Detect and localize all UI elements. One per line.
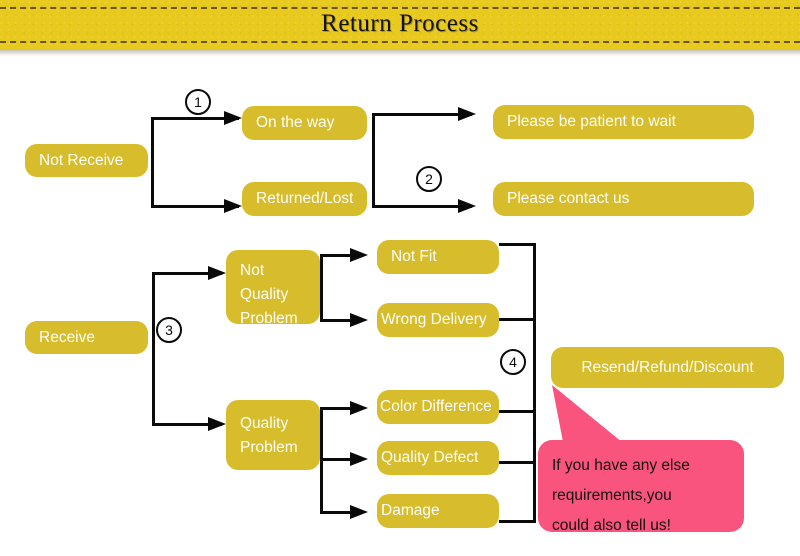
node-receive[interactable]: Receive bbox=[25, 321, 148, 354]
node-on-the-way-label: On the way bbox=[256, 114, 335, 131]
node-not-fit-label: Not Fit bbox=[391, 248, 437, 265]
node-quality-defect[interactable]: Quality Defect bbox=[377, 441, 499, 475]
page-title: Return Process bbox=[321, 10, 479, 37]
banner-drop-shadow bbox=[0, 49, 800, 56]
banner-dashed-line-bottom bbox=[0, 41, 800, 43]
connector-to-please-wait bbox=[372, 113, 472, 116]
connector-receive-vertical bbox=[152, 272, 155, 424]
node-not-receive-label: Not Receive bbox=[39, 151, 124, 169]
connector-collector-vertical bbox=[533, 243, 536, 523]
arrowhead-to-returned-lost bbox=[224, 199, 242, 213]
arrowhead-to-color-difference bbox=[350, 401, 368, 415]
node-damage[interactable]: Damage bbox=[377, 494, 499, 528]
node-not-quality-problem-line2: Quality bbox=[240, 286, 289, 303]
node-not-quality-problem-line3: Problem bbox=[240, 310, 298, 327]
step-marker-4-label: 4 bbox=[509, 354, 517, 370]
arrowhead-to-please-wait bbox=[458, 107, 476, 121]
step-marker-4: 4 bbox=[500, 349, 526, 375]
node-resend-refund-discount[interactable]: Resend/Refund/Discount bbox=[551, 347, 784, 388]
node-quality-problem[interactable]: Quality Problem bbox=[226, 400, 320, 470]
arrowhead-to-wrong-delivery bbox=[350, 313, 368, 327]
connector-not-quality-vertical bbox=[320, 254, 323, 321]
node-please-be-patient-label: Please be patient to wait bbox=[507, 113, 676, 130]
callout-line-3: could also tell us! bbox=[552, 517, 671, 534]
arrowhead-to-not-fit bbox=[350, 248, 368, 262]
connector-not-receive-vertical bbox=[151, 117, 154, 208]
node-returned-lost-label: Returned/Lost bbox=[256, 190, 354, 207]
arrowhead-to-not-quality-problem bbox=[208, 266, 226, 280]
step-marker-2: 2 bbox=[416, 166, 442, 192]
node-receive-label: Receive bbox=[39, 328, 95, 346]
node-not-quality-problem-line1: Not bbox=[240, 262, 265, 279]
step-marker-2-label: 2 bbox=[425, 171, 433, 187]
callout-line-2: requirements,you bbox=[552, 487, 672, 504]
node-returned-lost[interactable]: Returned/Lost bbox=[242, 182, 367, 216]
node-resend-refund-discount-label: Resend/Refund/Discount bbox=[581, 358, 754, 376]
node-color-difference[interactable]: Color Difference bbox=[377, 390, 499, 424]
node-wrong-delivery-label: Wrong Delivery bbox=[381, 311, 487, 328]
connector-to-please-contact bbox=[372, 205, 472, 208]
node-not-fit[interactable]: Not Fit bbox=[377, 240, 499, 274]
step-marker-1-label: 1 bbox=[194, 94, 202, 110]
node-not-receive[interactable]: Not Receive bbox=[25, 144, 148, 177]
node-wrong-delivery[interactable]: Wrong Delivery bbox=[377, 303, 499, 337]
node-quality-problem-line2: Problem bbox=[240, 439, 298, 456]
arrowhead-to-on-the-way bbox=[224, 111, 242, 125]
connector-quality-defect-to-collector bbox=[499, 461, 536, 464]
step-marker-3-label: 3 bbox=[165, 322, 173, 338]
node-please-be-patient[interactable]: Please be patient to wait bbox=[493, 105, 754, 139]
arrowhead-to-damage bbox=[350, 505, 368, 519]
banner-dashed-line-top bbox=[0, 7, 800, 9]
node-not-quality-problem[interactable]: Not Quality Problem bbox=[226, 250, 320, 327]
node-color-difference-label: Color Difference bbox=[380, 398, 492, 415]
node-please-contact-us[interactable]: Please contact us bbox=[493, 182, 754, 216]
return-process-diagram: Return Process Not Receive 1 On the way … bbox=[0, 0, 800, 556]
node-quality-defect-label: Quality Defect bbox=[381, 449, 479, 466]
connector-color-difference-to-collector bbox=[499, 410, 536, 413]
node-on-the-way[interactable]: On the way bbox=[242, 106, 367, 140]
step-marker-3: 3 bbox=[156, 317, 182, 343]
connector-not-fit-to-collector bbox=[499, 243, 536, 246]
arrowhead-to-quality-problem bbox=[208, 417, 226, 431]
connector-wrong-delivery-to-collector bbox=[499, 318, 536, 321]
arrowhead-to-please-contact bbox=[458, 199, 476, 213]
arrowhead-to-quality-defect bbox=[350, 452, 368, 466]
connector-damage-to-collector bbox=[499, 520, 536, 523]
node-damage-label: Damage bbox=[381, 502, 440, 519]
node-please-contact-us-label: Please contact us bbox=[507, 190, 630, 207]
step-marker-1: 1 bbox=[185, 89, 211, 115]
node-quality-problem-line1: Quality bbox=[240, 415, 289, 432]
connector-section1-outcome-vertical bbox=[372, 113, 375, 206]
callout-tail bbox=[552, 385, 628, 447]
